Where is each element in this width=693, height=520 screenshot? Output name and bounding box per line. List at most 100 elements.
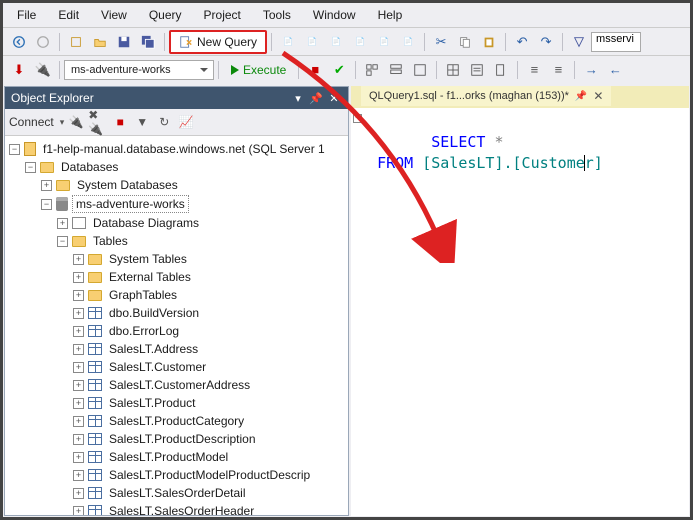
de-icon-3[interactable]: 📄 — [325, 31, 347, 53]
close-icon[interactable]: ✕ — [326, 90, 342, 106]
userdb-node[interactable]: ms-adventure-works — [72, 195, 189, 213]
copy-icon[interactable] — [454, 31, 476, 53]
table-icon — [88, 361, 102, 373]
database-icon — [56, 197, 68, 211]
table-icon — [88, 343, 102, 355]
parse-icon[interactable]: ✔ — [328, 59, 350, 81]
code-editor[interactable]: − SELECT * FROM [SalesLT].[Customer] — [351, 108, 689, 197]
stop2-icon[interactable]: ■ — [110, 112, 130, 132]
new-query-button[interactable]: New Query — [169, 30, 267, 54]
menu-tools[interactable]: Tools — [253, 5, 301, 25]
table-node[interactable]: SalesLT.Address — [106, 341, 201, 357]
refresh-icon[interactable]: ↻ — [154, 112, 174, 132]
menu-bar: File Edit View Query Project Tools Windo… — [3, 3, 690, 27]
save-all-icon[interactable] — [137, 31, 159, 53]
cut-icon[interactable]: ✂ — [430, 31, 452, 53]
menu-window[interactable]: Window — [303, 5, 366, 25]
database-combo[interactable]: ms-adventure-works — [64, 60, 214, 80]
table-node[interactable]: SalesLT.ProductDescription — [106, 431, 259, 447]
paste-icon[interactable] — [478, 31, 500, 53]
quick-launch-input[interactable]: msservi — [591, 32, 641, 52]
results-file-icon[interactable] — [490, 59, 512, 81]
object-explorer-title: Object Explorer — [11, 91, 94, 105]
results-text-icon[interactable] — [466, 59, 488, 81]
pin-icon[interactable]: 📌 — [308, 90, 324, 106]
table-icon — [88, 379, 102, 391]
object-explorer-tree[interactable]: −f1-help-manual.database.windows.net (SQ… — [5, 136, 348, 515]
table-node[interactable]: SalesLT.SalesOrderDetail — [106, 485, 249, 501]
open-icon[interactable] — [89, 31, 111, 53]
use-db-icon[interactable]: ⬇ — [8, 59, 30, 81]
results-grid-icon[interactable] — [442, 59, 464, 81]
close-tab-icon[interactable]: ✕ — [593, 89, 603, 103]
table-node[interactable]: dbo.ErrorLog — [106, 323, 182, 339]
table-node[interactable]: SalesLT.ProductModelProductDescrip — [106, 467, 313, 483]
btn-a-icon[interactable] — [361, 59, 383, 81]
find-icon[interactable] — [568, 31, 590, 53]
connect-label[interactable]: Connect — [9, 115, 54, 129]
de-icon-2[interactable]: 📄 — [301, 31, 323, 53]
menu-help[interactable]: Help — [368, 5, 413, 25]
sysdb-node[interactable]: System Databases — [74, 177, 181, 193]
table-node[interactable]: SalesLT.Product — [106, 395, 199, 411]
graphtables-node[interactable]: GraphTables — [106, 287, 180, 303]
diagrams-node[interactable]: Database Diagrams — [90, 215, 202, 231]
de-icon-6[interactable]: 📄 — [397, 31, 419, 53]
toolbar-sql: ⬇ 🔌 ms-adventure-works Execute ■ ✔ ≡ ≡ →… — [3, 55, 690, 83]
btn-c-icon[interactable] — [409, 59, 431, 81]
table-icon — [88, 451, 102, 463]
table-icon — [88, 307, 102, 319]
new-query-icon — [179, 35, 193, 49]
outdent-icon[interactable]: ← — [604, 59, 626, 81]
dropdown-icon[interactable]: ▾ — [290, 90, 306, 106]
table-node[interactable]: SalesLT.Customer — [106, 359, 209, 375]
connect-icon[interactable]: 🔌 — [66, 112, 86, 132]
tables-node[interactable]: Tables — [90, 233, 131, 249]
exttables-node[interactable]: External Tables — [106, 269, 194, 285]
disconnect-icon[interactable]: ✖🔌 — [88, 112, 108, 132]
nav-forward-icon[interactable] — [32, 31, 54, 53]
systables-node[interactable]: System Tables — [106, 251, 190, 267]
save-icon[interactable] — [113, 31, 135, 53]
menu-query[interactable]: Query — [139, 5, 192, 25]
pin-tab-icon[interactable]: 📌 — [575, 91, 587, 102]
comment-icon[interactable]: ≡ — [523, 59, 545, 81]
change-conn-icon[interactable]: 🔌 — [32, 59, 54, 81]
stop-icon[interactable]: ■ — [304, 59, 326, 81]
menu-project[interactable]: Project — [194, 5, 251, 25]
de-icon-1[interactable]: 📄 — [277, 31, 299, 53]
indent-icon[interactable]: → — [580, 59, 602, 81]
editor-tab[interactable]: QLQuery1.sql - f1...orks (maghan (153))*… — [361, 86, 611, 106]
de-icon-4[interactable]: 📄 — [349, 31, 371, 53]
uncomment-icon[interactable]: ≡ — [547, 59, 569, 81]
outline-collapse-icon[interactable]: − — [353, 114, 362, 123]
folder-icon — [40, 162, 54, 173]
btn-b-icon[interactable] — [385, 59, 407, 81]
table-node[interactable]: SalesLT.SalesOrderHeader — [106, 503, 257, 515]
table-icon — [88, 487, 102, 499]
menu-file[interactable]: File — [7, 5, 46, 25]
activity-icon[interactable]: 📈 — [176, 112, 196, 132]
table-icon — [88, 433, 102, 445]
execute-button[interactable]: Execute — [223, 61, 294, 79]
redo-icon[interactable]: ↷ — [535, 31, 557, 53]
menu-edit[interactable]: Edit — [48, 5, 89, 25]
undo-icon[interactable]: ↶ — [511, 31, 533, 53]
table-node[interactable]: SalesLT.CustomerAddress — [106, 377, 253, 393]
diagram-icon — [72, 217, 86, 229]
databases-node[interactable]: Databases — [58, 159, 121, 175]
object-explorer-panel: Object Explorer ▾ 📌 ✕ Connect ▾ 🔌 ✖🔌 ■ ▼… — [4, 86, 349, 516]
de-icon-5[interactable]: 📄 — [373, 31, 395, 53]
table-node[interactable]: SalesLT.ProductCategory — [106, 413, 247, 429]
table-node[interactable]: SalesLT.ProductModel — [106, 449, 231, 465]
menu-view[interactable]: View — [91, 5, 137, 25]
server-node[interactable]: f1-help-manual.database.windows.net (SQL… — [40, 141, 328, 157]
nav-back-icon[interactable] — [8, 31, 30, 53]
execute-label: Execute — [243, 63, 286, 77]
table-node[interactable]: dbo.BuildVersion — [106, 305, 202, 321]
table-icon — [88, 415, 102, 427]
object-explorer-titlebar[interactable]: Object Explorer ▾ 📌 ✕ — [5, 87, 348, 109]
new-project-icon[interactable] — [65, 31, 87, 53]
table-icon — [88, 397, 102, 409]
filter-icon[interactable]: ▼ — [132, 112, 152, 132]
